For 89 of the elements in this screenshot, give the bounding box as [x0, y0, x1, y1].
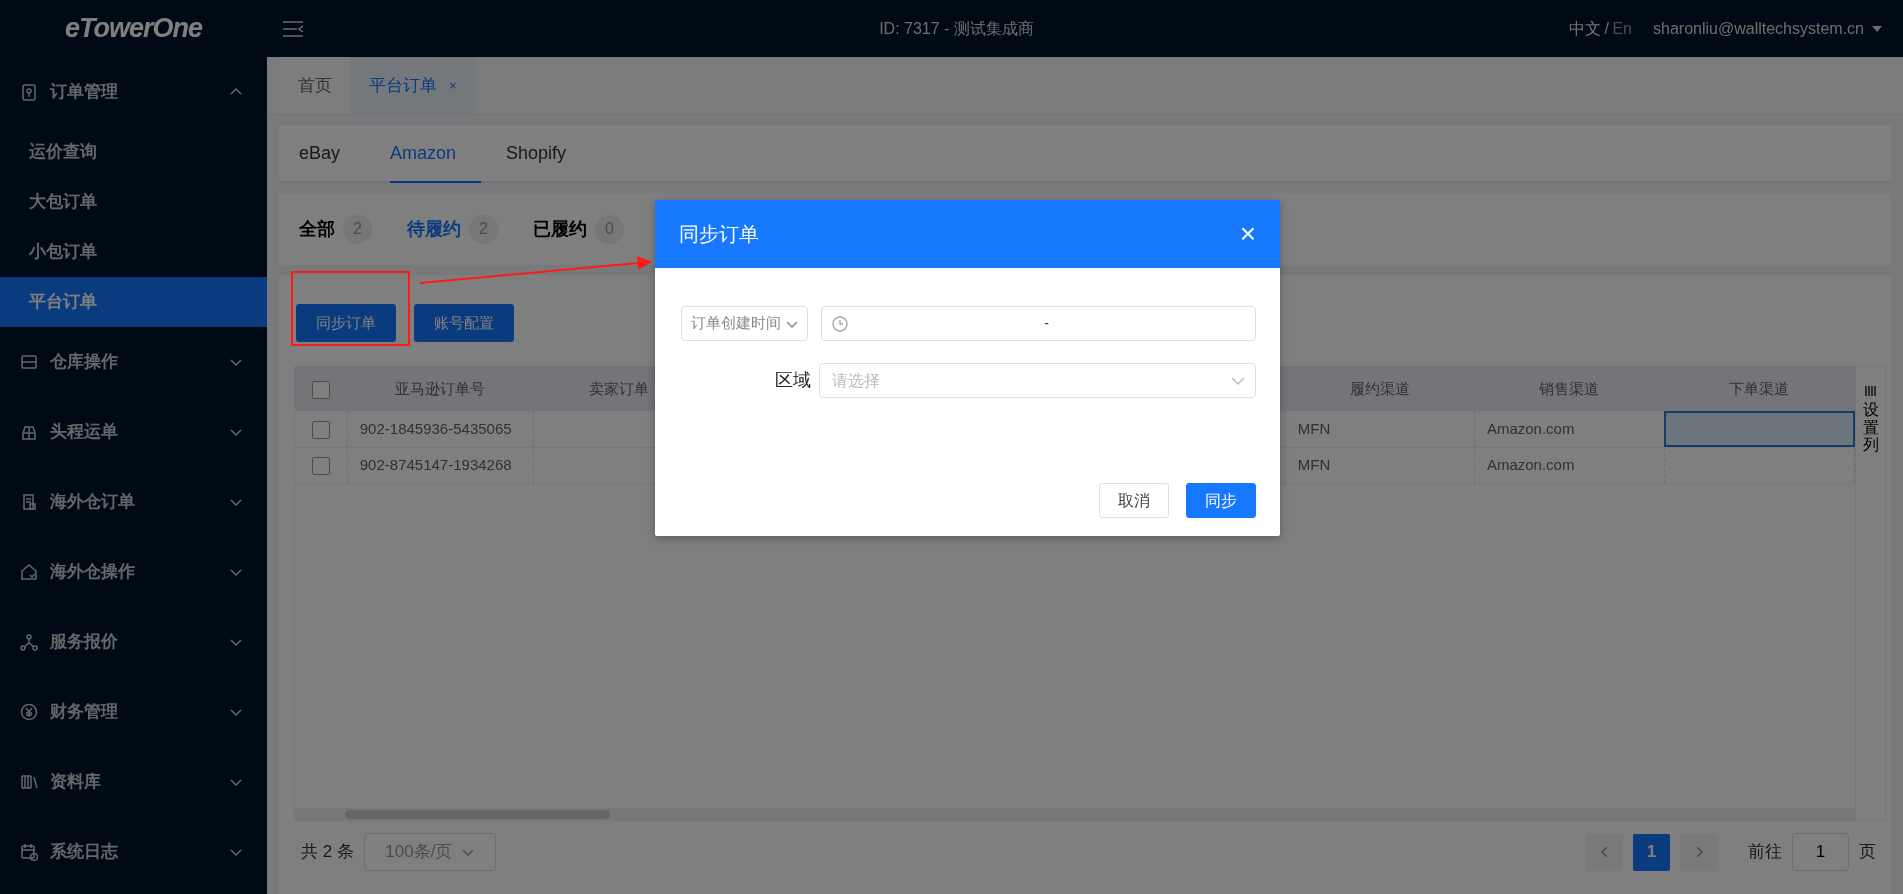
range-separator: - — [1043, 314, 1050, 333]
page-number[interactable]: 1 — [1633, 833, 1670, 871]
dialog-title: 同步订单 — [679, 222, 759, 247]
sidebar-group[interactable]: 服务报价 — [0, 607, 267, 677]
region-select[interactable]: 请选择 — [819, 363, 1256, 398]
date-type-select[interactable]: 订单创建时间 — [681, 306, 808, 341]
clock-icon — [832, 315, 848, 332]
close-button[interactable]: × — [1239, 220, 1256, 248]
platform-tab[interactable]: eBay — [299, 125, 366, 183]
chevron-right-icon — [1693, 846, 1704, 858]
sidebar-group[interactable]: 订单管理 — [0, 57, 267, 127]
table-cell: 902-8745147-1934268 — [359, 455, 512, 473]
calendar-clock-icon — [20, 843, 38, 861]
header-title: ID: 7317 - 测试集成商 — [878, 18, 1035, 39]
table-cell: MFN — [1297, 455, 1331, 473]
table-cell: Amazon.com — [1486, 455, 1575, 473]
column-header: 下单渠道 — [1729, 379, 1790, 397]
goto-label: 前往 — [1748, 841, 1782, 864]
group-label: 财务管理 — [50, 701, 119, 724]
app-logo: eTowerOne — [63, 12, 204, 45]
row-checkbox[interactable] — [311, 420, 330, 439]
column-settings-label: 设置列 — [1862, 401, 1879, 454]
tab-label: 平台订单 — [369, 74, 437, 97]
lock-icon — [20, 83, 38, 101]
date-range-field[interactable]: - — [821, 306, 1256, 341]
language-option[interactable]: En — [1612, 16, 1632, 41]
sidebar-group[interactable]: 海外仓订单 — [0, 467, 267, 537]
group-label: 订单管理 — [50, 81, 119, 104]
group-label: 系统日志 — [50, 841, 119, 864]
house-icon — [20, 563, 38, 581]
sidebar-group[interactable]: 头程运单 — [0, 397, 267, 467]
row-checkbox[interactable] — [311, 456, 330, 475]
box-stack-icon — [20, 423, 38, 441]
group-label: 仓库操作 — [50, 351, 119, 374]
field-label: 区域 — [774, 369, 811, 392]
group-label: 服务报价 — [50, 631, 119, 654]
sidebar-item[interactable]: 运价查询 — [0, 127, 267, 177]
menu-icon — [282, 19, 304, 38]
column-header: 销售渠道 — [1539, 379, 1600, 397]
tab-label: 全部 — [299, 217, 335, 241]
yen-icon — [20, 703, 38, 721]
select-value: 订单创建时间 — [690, 313, 781, 334]
document-icon — [20, 493, 38, 511]
scrollbar-thumb[interactable] — [345, 809, 610, 819]
sidebar-group[interactable]: 仓库操作 — [0, 327, 267, 397]
columns-icon — [1864, 385, 1877, 397]
group-label: 头程运单 — [50, 421, 119, 444]
sidebar-item[interactable]: 小包订单 — [0, 227, 267, 277]
group-label: 资料库 — [50, 771, 102, 794]
table-cell: Amazon.com — [1486, 419, 1575, 437]
chevron-left-icon — [1599, 846, 1610, 858]
group-label: 海外仓订单 — [50, 491, 136, 514]
tab-label: 待履约 — [407, 217, 461, 241]
sidebar-group[interactable]: 海外仓操作 — [0, 537, 267, 607]
total-count: 共 2 条 — [301, 841, 354, 864]
sidebar-group[interactable]: 财务管理 — [0, 677, 267, 747]
column-header: 卖家订单 — [588, 379, 649, 397]
table-cell: 902-1845936-5435065 — [359, 419, 512, 437]
prev-page-button[interactable] — [1586, 833, 1623, 871]
next-page-button[interactable] — [1680, 833, 1717, 871]
platform-tab[interactable]: Shopify — [506, 125, 592, 183]
drawer-icon — [20, 353, 38, 371]
sidebar-group[interactable]: 系统日志 — [0, 817, 267, 887]
language-separator: / — [1604, 18, 1609, 39]
platform-tab[interactable]: Amazon — [390, 125, 482, 183]
goto-suffix: 页 — [1859, 841, 1876, 864]
column-header: 亚马逊订单号 — [395, 379, 486, 397]
toolbar-button[interactable]: 同步订单 — [296, 304, 396, 342]
sidebar-group[interactable]: 资料库 — [0, 747, 267, 817]
table-cell: MFN — [1297, 419, 1331, 437]
sidebar-item[interactable]: 大包订单 — [0, 177, 267, 227]
language-option[interactable]: 中文 — [1568, 16, 1601, 41]
close-icon[interactable]: × — [449, 75, 457, 96]
group-label: 海外仓操作 — [50, 561, 136, 584]
select-all-checkbox[interactable] — [311, 380, 330, 399]
tab-label: 已履约 — [533, 217, 587, 241]
confirm-button[interactable]: 同步 — [1186, 483, 1256, 518]
books-icon — [20, 773, 38, 791]
column-header: 履约渠道 — [1349, 379, 1410, 397]
cancel-button[interactable]: 取消 — [1099, 483, 1169, 518]
chevron-down-icon — [462, 846, 475, 858]
page-tab[interactable]: 平台订单 × — [351, 57, 476, 114]
caret-down-icon — [1871, 24, 1883, 33]
user-email[interactable]: sharonliu@walltechsystem.cn — [1653, 16, 1864, 41]
sidebar-item[interactable]: 平台订单 — [0, 277, 267, 327]
toolbar-button[interactable]: 账号配置 — [414, 304, 514, 342]
nodes-icon — [20, 633, 38, 651]
goto-page-field[interactable]: 1 — [1792, 833, 1849, 871]
tab-label: 首页 — [298, 74, 332, 97]
